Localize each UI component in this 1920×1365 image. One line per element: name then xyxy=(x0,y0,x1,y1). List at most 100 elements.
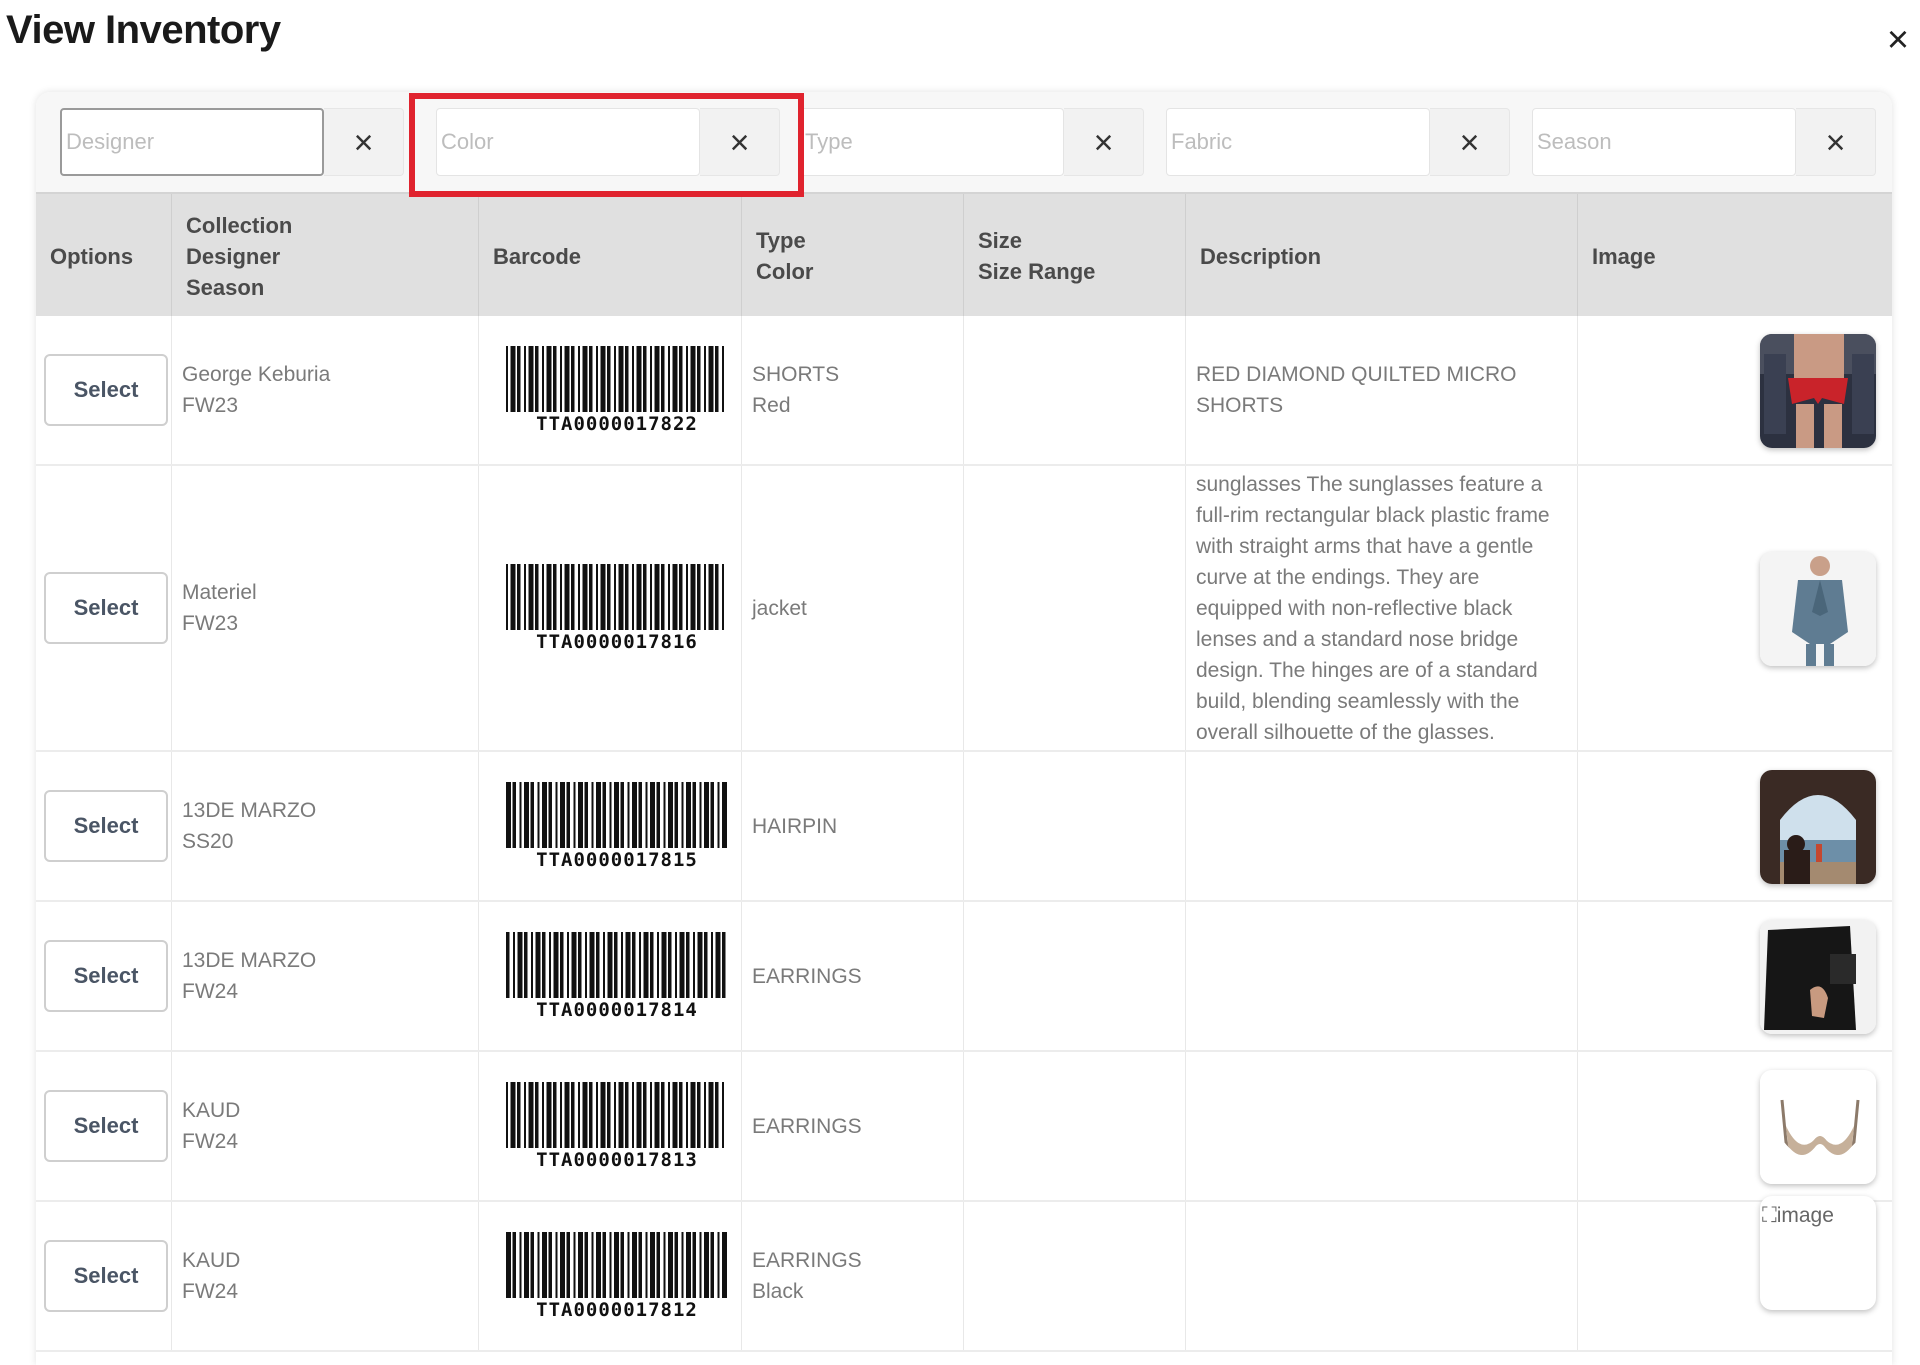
column-type-color: Type Color xyxy=(742,194,964,318)
season-filter-input[interactable] xyxy=(1532,108,1796,176)
item-designer: KAUD xyxy=(182,1249,241,1272)
collection-cell: George Keburia FW23 xyxy=(172,316,479,464)
item-color: Black xyxy=(752,1280,804,1303)
barcode-cell: TTA0000017814 xyxy=(479,902,742,1050)
collection-cell: 13DE MARZO SS20 xyxy=(172,752,479,900)
size-cell xyxy=(964,1202,1186,1350)
select-button[interactable]: Select xyxy=(44,1240,168,1312)
image-cell xyxy=(1578,466,1892,750)
type-color-cell: EARRINGS xyxy=(742,1052,964,1200)
type-color-cell: HAIRPIN xyxy=(742,752,964,900)
select-button[interactable]: Select xyxy=(44,940,168,1012)
description-cell xyxy=(1186,1202,1578,1350)
column-color-label: Color xyxy=(756,259,814,284)
description-cell xyxy=(1186,1052,1578,1200)
barcode-cell: TTA0000017816 xyxy=(479,466,742,750)
type-color-cell: EARRINGS xyxy=(742,902,964,1050)
item-thumbnail[interactable] xyxy=(1760,552,1876,666)
options-cell: Select xyxy=(36,466,172,750)
item-designer: KAUD xyxy=(182,1099,241,1122)
select-button[interactable]: Select xyxy=(44,354,168,426)
size-cell xyxy=(964,752,1186,900)
select-button[interactable]: Select xyxy=(44,572,168,644)
column-type-label: Type xyxy=(756,228,806,253)
column-size: Size Size Range xyxy=(964,194,1186,318)
barcode-number: TTA0000017822 xyxy=(536,413,698,435)
fabric-filter-input[interactable] xyxy=(1166,108,1430,176)
item-season: FW24 xyxy=(182,1130,239,1153)
item-color: Red xyxy=(752,394,791,417)
item-designer: 13DE MARZO xyxy=(182,799,317,822)
description-cell xyxy=(1186,752,1578,900)
barcode-number: TTA0000017815 xyxy=(536,849,698,871)
item-thumbnail[interactable]: ⛶image xyxy=(1760,1196,1876,1310)
item-season: SS20 xyxy=(182,830,234,853)
column-collection: Collection Designer Season xyxy=(172,194,479,318)
barcode-image: TTA0000017815 xyxy=(505,782,729,870)
collection-cell: 13DE MARZO FW24 xyxy=(172,902,479,1050)
color-filter-input[interactable] xyxy=(436,108,700,176)
designer-filter-input[interactable] xyxy=(60,108,324,176)
season-clear-icon[interactable]: × xyxy=(1796,108,1876,176)
type-clear-icon[interactable]: × xyxy=(1064,108,1144,176)
item-thumbnail[interactable] xyxy=(1760,1070,1876,1184)
table-row: Select KAUD FW24 TTA0000017813 EARRINGS xyxy=(36,1052,1892,1202)
size-cell xyxy=(964,902,1186,1050)
barcode-image: TTA0000017816 xyxy=(505,564,729,652)
barcode-cell: TTA0000017822 xyxy=(479,316,742,464)
barcode-number: TTA0000017812 xyxy=(536,1299,698,1321)
item-type: EARRINGS xyxy=(752,1249,862,1272)
barcode-cell: TTA0000017812 xyxy=(479,1202,742,1350)
item-designer: George Keburia xyxy=(182,363,331,386)
column-description-label: Description xyxy=(1200,243,1322,269)
type-filter-input[interactable] xyxy=(800,108,1064,176)
select-button[interactable]: Select xyxy=(44,790,168,862)
options-cell: Select xyxy=(36,1202,172,1350)
size-cell xyxy=(964,1052,1186,1200)
image-alt-text: image xyxy=(1776,1204,1834,1227)
image-cell xyxy=(1578,902,1892,1050)
modal-title: View Inventory xyxy=(6,8,281,52)
item-thumbnail[interactable] xyxy=(1760,334,1876,448)
designer-clear-icon[interactable]: × xyxy=(324,108,404,176)
table-row: Select Materiel FW23 TTA0000017816 jacke… xyxy=(36,466,1892,752)
barcode-image: TTA0000017813 xyxy=(505,1082,729,1170)
collection-cell: Materiel FW23 xyxy=(172,466,479,750)
color-clear-icon[interactable]: × xyxy=(700,108,780,176)
options-cell: Select xyxy=(36,902,172,1050)
image-cell xyxy=(1578,752,1892,900)
table-row: Select 13DE MARZO FW24 TTA0000017814 EAR… xyxy=(36,902,1892,1052)
item-season: FW24 xyxy=(182,980,239,1003)
barcode-number: TTA0000017813 xyxy=(536,1149,698,1171)
image-cell xyxy=(1578,1052,1892,1200)
barcode-image: TTA0000017812 xyxy=(505,1232,729,1320)
type-color-cell: EARRINGS Black xyxy=(742,1202,964,1350)
barcode-cell: TTA0000017813 xyxy=(479,1052,742,1200)
barcode-image: TTA0000017814 xyxy=(505,932,729,1020)
barcode-number: TTA0000017814 xyxy=(536,999,698,1021)
item-season: FW23 xyxy=(182,394,239,417)
item-season: FW24 xyxy=(182,1280,239,1303)
close-icon[interactable]: × xyxy=(1876,18,1920,62)
item-type: EARRINGS xyxy=(752,1114,862,1138)
item-type: SHORTS xyxy=(752,363,840,386)
fabric-clear-icon[interactable]: × xyxy=(1430,108,1510,176)
options-cell: Select xyxy=(36,316,172,464)
column-size-range-label: Size Range xyxy=(978,259,1096,284)
column-barcode: Barcode xyxy=(479,194,742,318)
table-row: Select George Keburia FW23 TTA0000017822… xyxy=(36,316,1892,466)
item-season: FW23 xyxy=(182,612,239,635)
column-description: Description xyxy=(1186,194,1578,318)
column-collection-label: Collection xyxy=(186,212,293,238)
barcode-cell: TTA0000017815 xyxy=(479,752,742,900)
size-cell xyxy=(964,466,1186,750)
item-thumbnail[interactable] xyxy=(1760,920,1876,1034)
options-cell: Select xyxy=(36,752,172,900)
table-row: Select KAUD FW24 TTA0000017812 EARRINGS … xyxy=(36,1196,1892,1352)
item-description: RED DIAMOND QUILTED MICRO SHORTS xyxy=(1196,363,1517,417)
select-button[interactable]: Select xyxy=(44,1090,168,1162)
filter-bar: × × × × × xyxy=(36,92,1892,192)
size-cell xyxy=(964,316,1186,464)
image-cell: ⛶image xyxy=(1578,1196,1892,1350)
item-thumbnail[interactable] xyxy=(1760,770,1876,884)
